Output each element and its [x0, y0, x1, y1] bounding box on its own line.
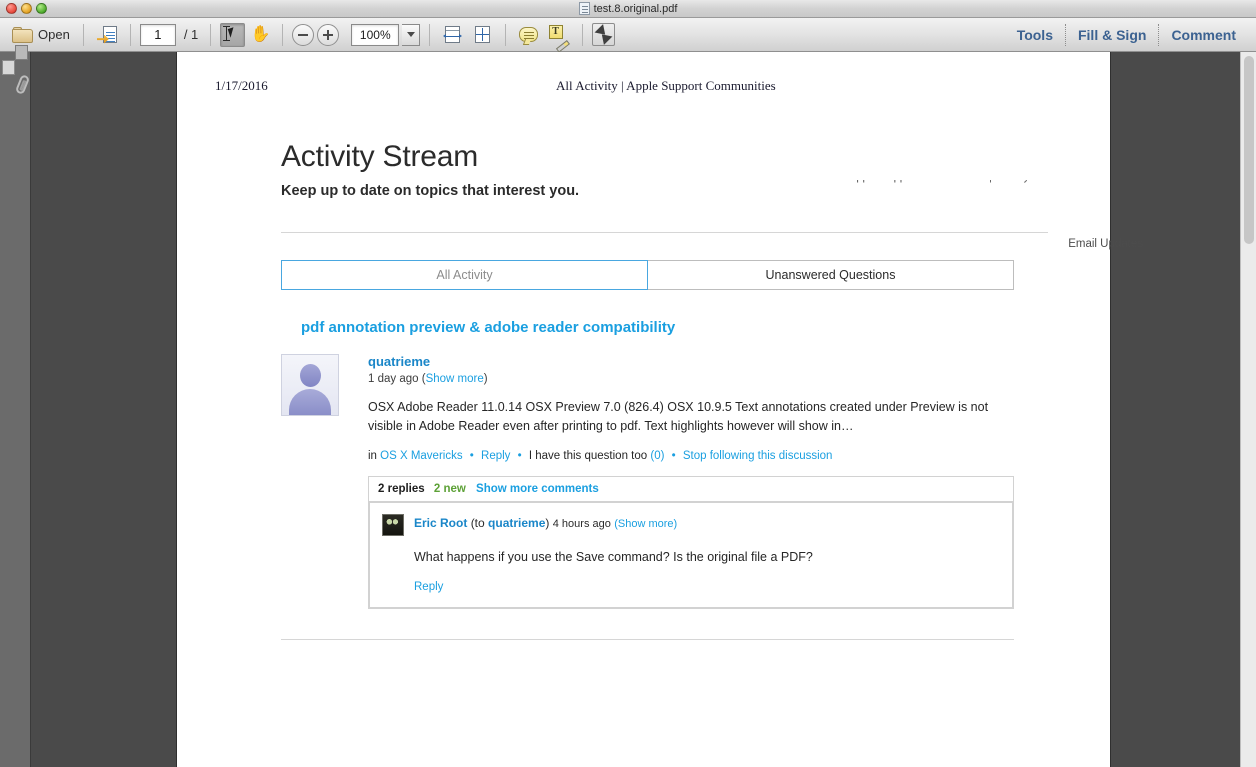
main-toolbar: Open 1 / 1 ✋ 100% T Tools Fill & Sign Co… [0, 18, 1256, 53]
divider [281, 232, 1048, 233]
hand-tool-button[interactable]: ✋ [248, 23, 273, 47]
toolbar-menu-group: Tools Fill & Sign Comment [1005, 18, 1248, 51]
text-select-tool-button[interactable] [220, 22, 246, 47]
page-title: Activity Stream [281, 140, 479, 173]
post-body-text: OSX Adobe Reader 11.0.14 OSX Preview 7.0… [368, 400, 989, 434]
pdf-page: 1/17/2016 All Activity | Apple Support C… [177, 52, 1110, 767]
zoom-out-icon [298, 33, 309, 36]
post-forum-link[interactable]: OS X Mavericks [380, 450, 462, 462]
fill-and-sign-menu-button[interactable]: Fill & Sign [1066, 27, 1158, 43]
text-select-icon [222, 26, 241, 43]
fit-width-button[interactable] [439, 23, 466, 46]
comment-header: Eric Root (to quatrieme) 4 hours ago (Sh… [382, 513, 1000, 536]
toolbar-divider [429, 23, 431, 46]
pdf-page-content: Activity Stream Keep up to date on topic… [177, 140, 1110, 640]
toolbar-divider [282, 23, 284, 46]
post-body-row: quatrieme 1 day ago (Show more) OSX Adob… [281, 354, 1048, 609]
comment-timestamp: 4 hours ago [552, 517, 611, 530]
email-updates-link[interactable]: Email Updates [1068, 238, 1143, 250]
pdf-print-header: 1/17/2016 All Activity | Apple Support C… [177, 52, 1110, 94]
post-reply-link[interactable]: Reply [481, 450, 510, 462]
window-title: test.8.original.pdf [0, 2, 1256, 15]
activity-post: pdf annotation preview & adobe reader co… [281, 319, 1048, 609]
meta-separator: • [517, 449, 522, 462]
comment-card: Eric Root (to quatrieme) 4 hours ago (Sh… [368, 501, 1014, 609]
tab-unanswered-questions[interactable]: Unanswered Questions [648, 260, 1014, 290]
toolbar-divider [210, 23, 212, 46]
fit-page-icon [473, 25, 492, 44]
post-timestamp: 1 day ago (Show more) [368, 373, 488, 385]
question-too-count[interactable]: (0) [650, 450, 664, 462]
meta-separator: • [671, 449, 676, 462]
post-show-more-link[interactable]: Show more [426, 373, 484, 385]
meta-separator: • [469, 449, 474, 462]
open-button-label: Open [38, 27, 70, 42]
hand-icon: ✋ [250, 25, 271, 43]
folder-icon [12, 26, 33, 43]
question-too-label: I have this question too [528, 449, 648, 462]
toolbar-divider [129, 23, 131, 46]
breadcrumb-text: Apple Support Communities | Activity [849, 180, 1029, 183]
replies-summary-bar: 2 replies 2 new Show more comments [368, 475, 1014, 502]
pdf-file-icon [578, 2, 590, 15]
comment-menu-button[interactable]: Comment [1159, 27, 1248, 43]
comment-show-more-link[interactable]: (Show more) [614, 518, 677, 530]
tools-menu-button[interactable]: Tools [1005, 27, 1065, 43]
divider [281, 638, 1014, 640]
comment-recipient-link[interactable]: quatrieme [488, 516, 545, 530]
toolbar-divider [82, 23, 84, 46]
zoom-out-button[interactable] [292, 23, 315, 46]
show-more-comments-link[interactable]: Show more comments [476, 483, 599, 495]
comment-meta: Eric Root (to quatrieme) 4 hours ago (Sh… [414, 514, 677, 530]
post-meta-row: in OS X Mavericks • Reply • I have this … [368, 450, 1048, 462]
stop-following-link[interactable]: Stop following this discussion [683, 450, 833, 462]
vertical-scrollbar[interactable] [1240, 52, 1256, 767]
adobe-reader-window: test.8.original.pdf Open 1 / 1 ✋ 100% T … [0, 0, 1256, 767]
print-title: All Activity | Apple Support Communities [556, 78, 776, 93]
toolbar-divider [582, 23, 584, 46]
window-titlebar: test.8.original.pdf [0, 0, 1256, 18]
window-title-text: test.8.original.pdf [593, 2, 678, 15]
comment-to-suffix: ) [545, 515, 550, 530]
zoom-dropdown-button[interactable] [402, 23, 421, 46]
chevron-down-icon [406, 32, 415, 37]
text-highlight-icon: T [549, 25, 571, 53]
sign-document-icon [96, 25, 117, 45]
toolbar-divider [505, 23, 507, 46]
document-scroll-area[interactable]: 1/17/2016 All Activity | Apple Support C… [31, 52, 1256, 767]
comment-bubble-icon [519, 27, 539, 42]
add-comment-button[interactable] [515, 25, 542, 44]
sign-document-button[interactable] [93, 23, 121, 47]
navigation-pane [0, 45, 31, 767]
page-number-input[interactable]: 1 [139, 23, 176, 46]
zoom-level-input[interactable]: 100% [351, 23, 400, 46]
fit-width-icon [443, 25, 463, 44]
open-button[interactable]: Open [8, 25, 74, 45]
default-user-avatar [281, 354, 339, 416]
highlight-text-button[interactable]: T [545, 23, 573, 53]
comment-author-link[interactable]: Eric Root [414, 516, 467, 530]
post-author-link[interactable]: quatrieme [368, 354, 1048, 369]
comment-to-prefix: (to [470, 515, 485, 530]
activity-tabs: All Activity Unanswered Questions [281, 260, 1014, 290]
cat-photo-avatar [382, 513, 404, 536]
tab-all-activity[interactable]: All Activity [281, 260, 648, 290]
post-main: quatrieme 1 day ago (Show more) OSX Adob… [368, 354, 1048, 609]
post-title-link[interactable]: pdf annotation preview & adobe reader co… [301, 319, 1048, 336]
new-replies-badge: 2 new [433, 482, 466, 495]
comment-reply-link[interactable]: Reply [414, 581, 1000, 593]
zoom-in-button[interactable] [317, 23, 340, 46]
workspace: 1/17/2016 All Activity | Apple Support C… [0, 45, 1256, 767]
fullscreen-button[interactable] [592, 23, 616, 46]
vertical-scrollbar-thumb[interactable] [1244, 56, 1254, 244]
replies-count: 2 replies [378, 482, 425, 495]
post-time-text: 1 day ago [368, 373, 419, 385]
comment-body-text: What happens if you use the Save command… [414, 549, 813, 564]
breadcrumb: Apple Support Communities | Activity [849, 180, 1029, 189]
print-date: 1/17/2016 [215, 78, 268, 93]
page-count-label: / 1 [183, 27, 199, 42]
post-in-label: in [368, 449, 377, 462]
fit-page-button[interactable] [469, 23, 496, 46]
